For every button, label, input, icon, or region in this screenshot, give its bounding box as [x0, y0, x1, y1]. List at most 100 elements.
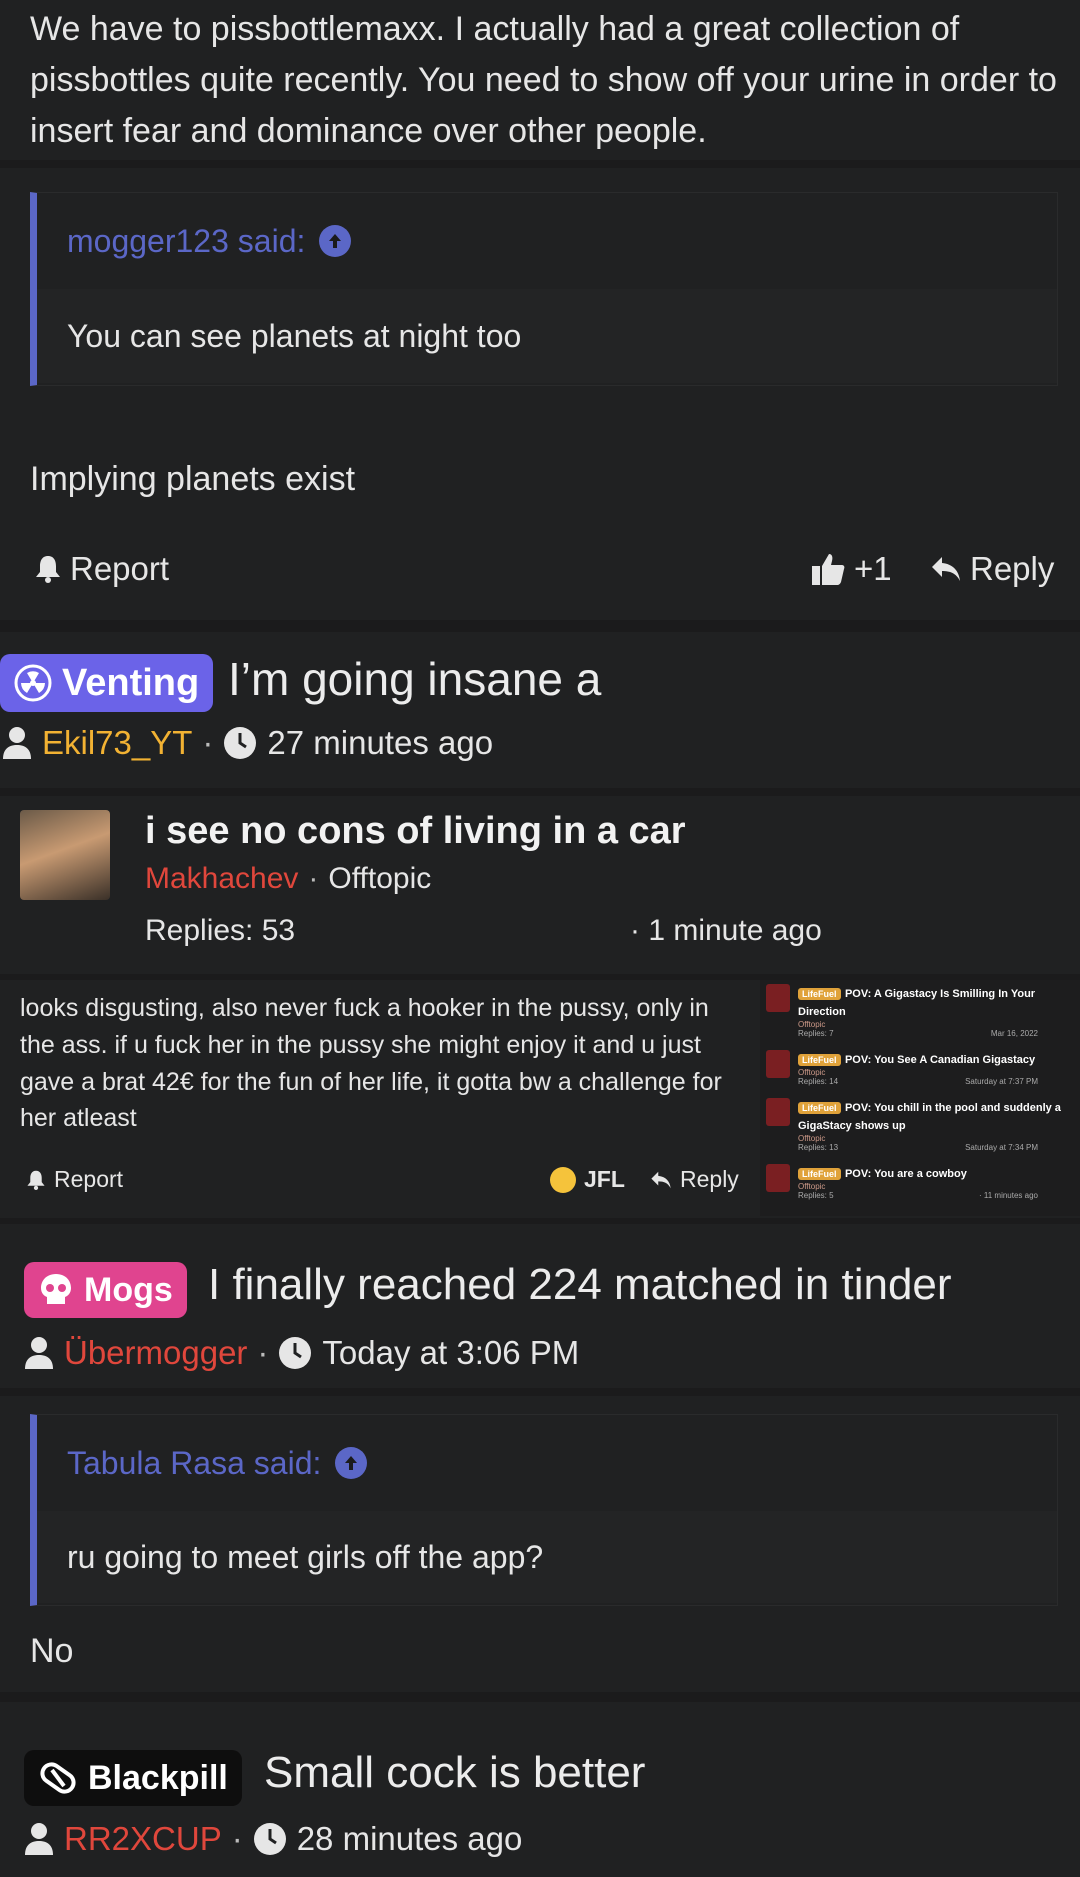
report-button[interactable]: Report	[26, 1166, 123, 1193]
thumbs-up-icon	[812, 554, 845, 585]
tag-label: Venting	[62, 661, 200, 704]
report-label: Report	[70, 550, 170, 587]
username[interactable]: Ekil73_YT	[42, 724, 192, 762]
reply-label: Reply	[680, 1166, 739, 1192]
mini-forum: Offtopic	[798, 1020, 826, 1029]
username[interactable]: Makhachev	[145, 862, 298, 896]
mini-forum: Offtopic	[798, 1182, 826, 1191]
reply-button[interactable]: Reply	[650, 1166, 739, 1193]
radioactive-icon	[14, 664, 52, 702]
user-icon	[25, 1337, 53, 1369]
reply-icon	[651, 1171, 671, 1188]
laugh-cry-emoji-icon	[550, 1166, 576, 1193]
avatar	[766, 1050, 790, 1078]
tag-mogs[interactable]: Mogs	[24, 1262, 187, 1318]
mini-meta: Replies: 13 Saturday at 7:34 PM	[798, 1143, 1038, 1152]
mini-time: Saturday at 7:34 PM	[965, 1143, 1038, 1152]
tag-venting[interactable]: Venting	[0, 654, 214, 712]
mini-replies: Replies: 7	[798, 1029, 834, 1038]
reaction-count: +1	[854, 550, 892, 587]
mini-tag: LifeFuel	[798, 1054, 841, 1066]
post-text: looks disgusting, also never fuck a hook…	[20, 994, 722, 1133]
mini-meta: Replies: 7 Mar 16, 2022	[798, 1029, 1038, 1038]
quote-body: ru going to meet girls off the app?	[37, 1511, 1057, 1603]
quote-header[interactable]: Tabula Rasa said:	[37, 1415, 1057, 1511]
post-1: We have to pissbottlemaxx. I actually ha…	[0, 0, 1080, 160]
mini-title: POV: You are a cowboy	[844, 1168, 967, 1180]
quote-author[interactable]: Tabula Rasa said:	[67, 1445, 321, 1482]
avatar	[766, 1098, 790, 1126]
post-3: looks disgusting, also never fuck a hook…	[0, 980, 1080, 1218]
mini-replies: Replies: 13	[798, 1143, 839, 1152]
tag-label: Blackpill	[88, 1758, 228, 1797]
avatar[interactable]	[20, 810, 110, 900]
embedded-item-content: LifeFuel POV: You chill in the pool and …	[798, 1098, 1074, 1152]
separator: ·	[308, 862, 319, 895]
mini-tag: LifeFuel	[798, 1168, 841, 1180]
report-label: Report	[54, 1166, 124, 1192]
username[interactable]: RR2XCUP	[64, 1820, 222, 1858]
thread-title[interactable]: Small cock is better	[264, 1748, 645, 1798]
thread-meta: Makhachev · Offtopic	[145, 862, 431, 896]
thread-time: · 1 minute ago	[630, 914, 822, 947]
thread-item-4[interactable]: Blackpill Small cock is better RR2XCUP ·…	[0, 1702, 1080, 1877]
quote-text: ru going to meet girls off the app?	[67, 1538, 544, 1575]
separator: ·	[231, 1820, 243, 1857]
embedded-list-item: LifeFuel POV: You See A Canadian Gigasta…	[766, 1050, 1074, 1086]
thread-title[interactable]: i see no cons of living in a car	[145, 810, 686, 853]
reaction-button[interactable]: JFL	[550, 1166, 625, 1193]
thread-title[interactable]: I’m going insane a	[228, 652, 601, 706]
report-button[interactable]: Report	[34, 550, 169, 588]
reply-button[interactable]: Reply	[930, 550, 1054, 588]
post-2: mogger123 said: You can see planets at n…	[0, 168, 1080, 620]
quote-block: mogger123 said: You can see planets at n…	[30, 192, 1058, 386]
mini-meta: Replies: 5 · 11 minutes ago	[798, 1191, 1038, 1200]
skull-icon	[41, 1274, 71, 1304]
thread-time: 27 minutes ago	[267, 724, 494, 761]
thread-item-2[interactable]: i see no cons of living in a car Makhach…	[0, 796, 1080, 974]
embedded-list: LifeFuel POV: A Gigastacy Is Smilling In…	[766, 984, 1074, 1200]
thread-meta: RR2XCUP · 28 minutes ago	[24, 1820, 522, 1858]
embedded-list-item: LifeFuel POV: You chill in the pool and …	[766, 1098, 1074, 1152]
embedded-thread-list: LifeFuel POV: A Gigastacy Is Smilling In…	[760, 980, 1080, 1216]
tag-blackpill[interactable]: Blackpill	[24, 1750, 242, 1806]
reaction-label: JFL	[584, 1166, 625, 1192]
quote-text: You can see planets at night too	[67, 317, 522, 354]
user-icon	[25, 1823, 53, 1855]
like-button[interactable]: +1	[810, 550, 892, 588]
embedded-item-content: LifeFuel POV: You See A Canadian Gigasta…	[798, 1050, 1038, 1086]
embedded-list-item: LifeFuel POV: A Gigastacy Is Smilling In…	[766, 984, 1074, 1038]
mini-forum: Offtopic	[798, 1068, 826, 1077]
embedded-item-content: LifeFuel POV: A Gigastacy Is Smilling In…	[798, 984, 1074, 1038]
quote-author[interactable]: mogger123 said:	[67, 223, 305, 260]
thread-title[interactable]: I finally reached 224 matched in tinder	[208, 1260, 952, 1310]
embedded-item-content: LifeFuel POV: You are a cowboy Offtopic Re…	[798, 1164, 1038, 1200]
reply-icon	[932, 557, 960, 581]
thread-item-3[interactable]: Mogs I finally reached 224 matched in ti…	[0, 1224, 1080, 1388]
mini-title: POV: You See A Canadian Gigastacy	[844, 1054, 1036, 1066]
bell-icon	[36, 556, 60, 583]
username[interactable]: Übermogger	[64, 1334, 247, 1372]
thread-time: 28 minutes ago	[296, 1820, 523, 1857]
embedded-list-item: LifeFuel POV: You are a cowboy Offtopic Re…	[766, 1164, 1074, 1200]
reply-label: Reply	[970, 550, 1055, 587]
clock-icon	[253, 1823, 286, 1855]
post-body: No	[30, 1632, 74, 1670]
tag-label: Mogs	[84, 1270, 173, 1309]
thread-item-1[interactable]: Venting I’m going insane a Ekil73_YT · 2…	[0, 632, 1080, 788]
quote-block: Tabula Rasa said: ru going to meet girls…	[30, 1414, 1058, 1606]
mini-tag: LifeFuel	[798, 988, 841, 1000]
mini-replies: Replies: 14	[798, 1077, 839, 1086]
thread-time: Today at 3:06 PM	[322, 1334, 580, 1371]
arrow-up-circle-icon[interactable]	[319, 225, 352, 257]
forum-name[interactable]: Offtopic	[328, 862, 431, 896]
mini-time: Saturday at 7:37 PM	[965, 1077, 1038, 1086]
avatar	[766, 1164, 790, 1192]
mini-forum: Offtopic	[798, 1134, 826, 1143]
arrow-up-circle-icon[interactable]	[335, 1447, 368, 1479]
quote-body: You can see planets at night too	[37, 289, 1057, 383]
pill-icon	[40, 1762, 76, 1794]
quote-header[interactable]: mogger123 said:	[37, 193, 1057, 289]
post-body: Implying planets exist	[30, 460, 356, 498]
reply-count: Replies: 53	[145, 914, 296, 947]
